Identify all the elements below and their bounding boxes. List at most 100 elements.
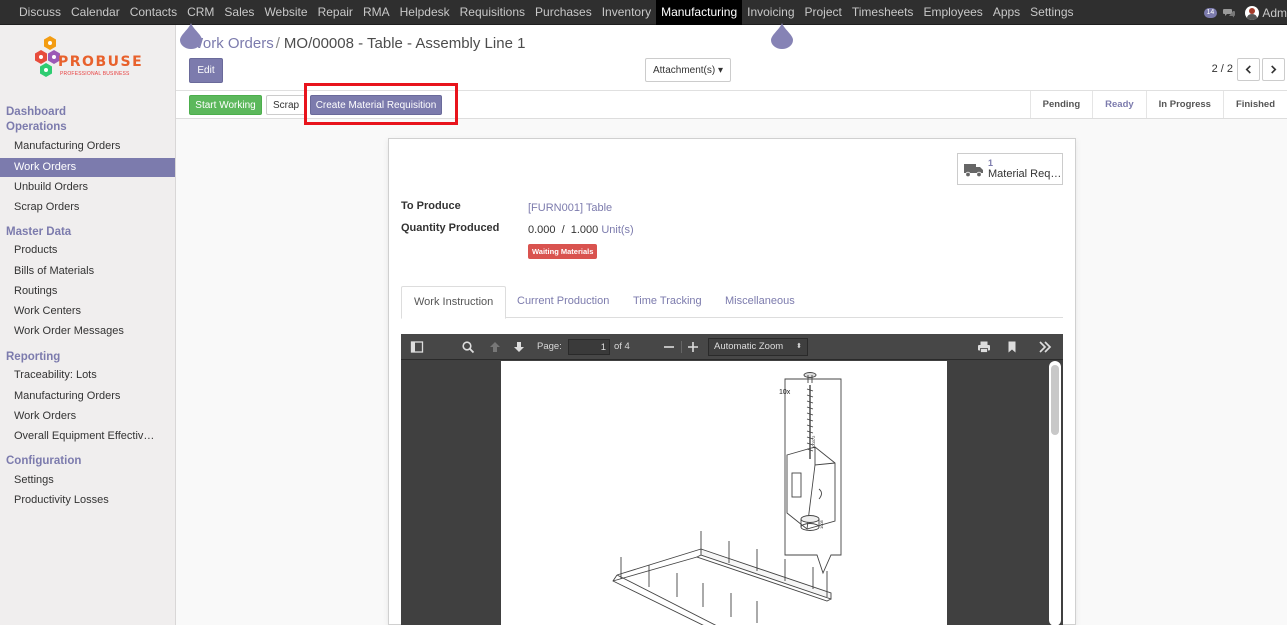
menu-apps[interactable]: Apps <box>988 0 1025 25</box>
sidebar-item-overall-equipment-effectiveness[interactable]: Overall Equipment Effectiv… <box>0 427 175 446</box>
menu-contacts[interactable]: Contacts <box>125 0 182 25</box>
sidebar-heading-configuration[interactable]: Configuration <box>6 455 81 467</box>
status-badge: Waiting Materials <box>528 244 598 259</box>
zoom-select[interactable]: Automatic Zoom ⬍ <box>708 338 808 356</box>
menu-purchases[interactable]: Purchases <box>530 0 597 25</box>
quantity-produced-value: 0.000 / 1.000 Unit(s) <box>528 224 634 236</box>
sidebar-item-work-order-messages[interactable]: Work Order Messages <box>0 322 175 341</box>
menu-requisitions[interactable]: Requisitions <box>455 0 530 25</box>
stage-pipeline: Pending Ready In Progress Finished <box>1029 91 1287 118</box>
sidebar-item-products[interactable]: Products <box>0 241 175 260</box>
to-produce-label: To Produce <box>401 200 461 212</box>
menu-inventory[interactable]: Inventory <box>597 0 656 25</box>
quantity-done: 0.000 <box>528 224 556 236</box>
menu-timesheets[interactable]: Timesheets <box>847 0 919 25</box>
material-requisition-smart-button[interactable]: 1 Material Req… <box>957 153 1063 185</box>
search-icon[interactable] <box>461 340 475 354</box>
sidebar-item-productivity-losses[interactable]: Productivity Losses <box>0 491 175 510</box>
stage-ready[interactable]: Ready <box>1092 91 1146 118</box>
sidebar-item-work-orders[interactable]: Work Orders <box>0 158 175 177</box>
next-page-icon[interactable] <box>512 340 526 354</box>
quantity-total: 1.000 <box>570 224 599 236</box>
sidebar-item-reporting-work-orders[interactable]: Work Orders <box>0 407 175 426</box>
pdf-scrollbar-thumb[interactable] <box>1051 365 1059 435</box>
menu-project[interactable]: Project <box>800 0 847 25</box>
pager-next-button[interactable] <box>1262 58 1285 81</box>
zoom-out-icon[interactable] <box>662 340 676 354</box>
quantity-separator: / <box>561 224 565 236</box>
chevron-right-icon <box>1271 65 1277 74</box>
sidebar-heading-master-data[interactable]: Master Data <box>6 226 71 238</box>
sidebar-heading-reporting[interactable]: Reporting <box>6 351 60 363</box>
zoom-value: Automatic Zoom <box>714 341 784 352</box>
scrap-button[interactable]: Scrap <box>266 95 306 115</box>
menu-crm[interactable]: CRM <box>182 0 219 25</box>
double-chevron-right-icon[interactable] <box>1038 340 1052 354</box>
smart-button-label: Material Req… <box>988 168 1062 180</box>
drawing-quantity-label: 10x <box>779 389 791 396</box>
drawing-part-code-b: 1005 <box>819 519 824 529</box>
pdf-viewer: Page: of 4 Automatic Zoom ⬍ <box>401 334 1063 625</box>
marker-pin-icon <box>180 23 202 49</box>
sidebar-heading-operations[interactable]: Operations <box>6 121 67 133</box>
previous-page-icon[interactable] <box>488 340 502 354</box>
sidebar-heading-dashboard[interactable]: Dashboard <box>6 106 66 118</box>
menu-calendar[interactable]: Calendar <box>66 0 125 25</box>
user-area: 14 Adm <box>1203 0 1287 25</box>
sidebar-item-routings[interactable]: Routings <box>0 282 175 301</box>
chevron-left-icon <box>1245 65 1251 74</box>
menu-helpdesk[interactable]: Helpdesk <box>395 0 455 25</box>
assembly-drawing-image: 10x 100372 1005 <box>612 372 842 625</box>
chat-icon[interactable] <box>1223 8 1236 18</box>
attachments-dropdown[interactable]: Attachment(s) ▾ <box>645 58 731 82</box>
menu-employees[interactable]: Employees <box>918 0 987 25</box>
menu-invoicing[interactable]: Invoicing <box>742 0 799 25</box>
print-icon[interactable] <box>977 340 991 354</box>
company-logo: PROBUSE PROFESSIONAL BUSINESS <box>34 36 144 92</box>
sidebar-item-unbuild-orders[interactable]: Unbuild Orders <box>0 178 175 197</box>
pdf-scrollbar[interactable] <box>1049 361 1061 625</box>
create-material-requisition-button[interactable]: Create Material Requisition <box>310 95 442 115</box>
user-name[interactable]: Adm <box>1262 6 1287 20</box>
sidebar-item-traceability-lots[interactable]: Traceability: Lots <box>0 366 175 385</box>
start-working-button[interactable]: Start Working <box>189 95 262 115</box>
zoom-in-icon[interactable] <box>686 340 700 354</box>
menu-manufacturing[interactable]: Manufacturing <box>656 0 743 25</box>
message-count-badge[interactable]: 14 <box>1203 7 1218 18</box>
menu-discuss[interactable]: Discuss <box>14 0 66 25</box>
menu-settings[interactable]: Settings <box>1025 0 1078 25</box>
sidebar-item-bills-of-materials[interactable]: Bills of Materials <box>0 262 175 281</box>
sidebar-item-reporting-manufacturing-orders[interactable]: Manufacturing Orders <box>0 387 175 406</box>
sidebar-item-manufacturing-orders[interactable]: Manufacturing Orders <box>0 137 175 156</box>
logo-name: PROBUSE <box>58 54 144 70</box>
pager-value: 2 / 2 <box>1211 63 1233 75</box>
menu-sales[interactable]: Sales <box>219 0 259 25</box>
tab-time-tracking[interactable]: Time Tracking <box>621 286 714 319</box>
pdf-page: 10x 100372 1005 <box>501 361 947 625</box>
stage-pending[interactable]: Pending <box>1029 91 1092 118</box>
to-produce-link[interactable]: [FURN001] Table <box>528 202 612 214</box>
edit-button[interactable]: Edit <box>189 58 223 83</box>
sidebar-item-work-centers[interactable]: Work Centers <box>0 302 175 321</box>
sidebar-item-scrap-orders[interactable]: Scrap Orders <box>0 198 175 217</box>
quantity-uom-link[interactable]: Unit(s) <box>601 224 633 236</box>
user-avatar[interactable] <box>1245 5 1260 20</box>
control-panel: Work Orders / MO/00008 - Table - Assembly … <box>176 25 1287 91</box>
app-menu: Discuss Calendar Contacts CRM Sales Webs… <box>14 0 1079 25</box>
menu-rma[interactable]: RMA <box>358 0 395 25</box>
tab-current-production[interactable]: Current Production <box>505 286 621 319</box>
marker-pin-icon <box>771 23 793 49</box>
sidebar-item-settings[interactable]: Settings <box>0 471 175 490</box>
stage-finished[interactable]: Finished <box>1222 91 1287 118</box>
page-number-input[interactable] <box>568 339 610 355</box>
tab-miscellaneous[interactable]: Miscellaneous <box>713 286 807 319</box>
stage-in-progress[interactable]: In Progress <box>1145 91 1223 118</box>
logo-tagline: PROFESSIONAL BUSINESS <box>60 71 130 77</box>
bookmark-icon[interactable] <box>1005 340 1019 354</box>
menu-repair[interactable]: Repair <box>313 0 358 25</box>
tab-work-instruction[interactable]: Work Instruction <box>401 286 507 319</box>
page-label: Page: <box>537 341 562 352</box>
pager-previous-button[interactable] <box>1237 58 1260 81</box>
sidebar-toggle-icon[interactable] <box>410 340 424 354</box>
menu-website[interactable]: Website <box>259 0 312 25</box>
